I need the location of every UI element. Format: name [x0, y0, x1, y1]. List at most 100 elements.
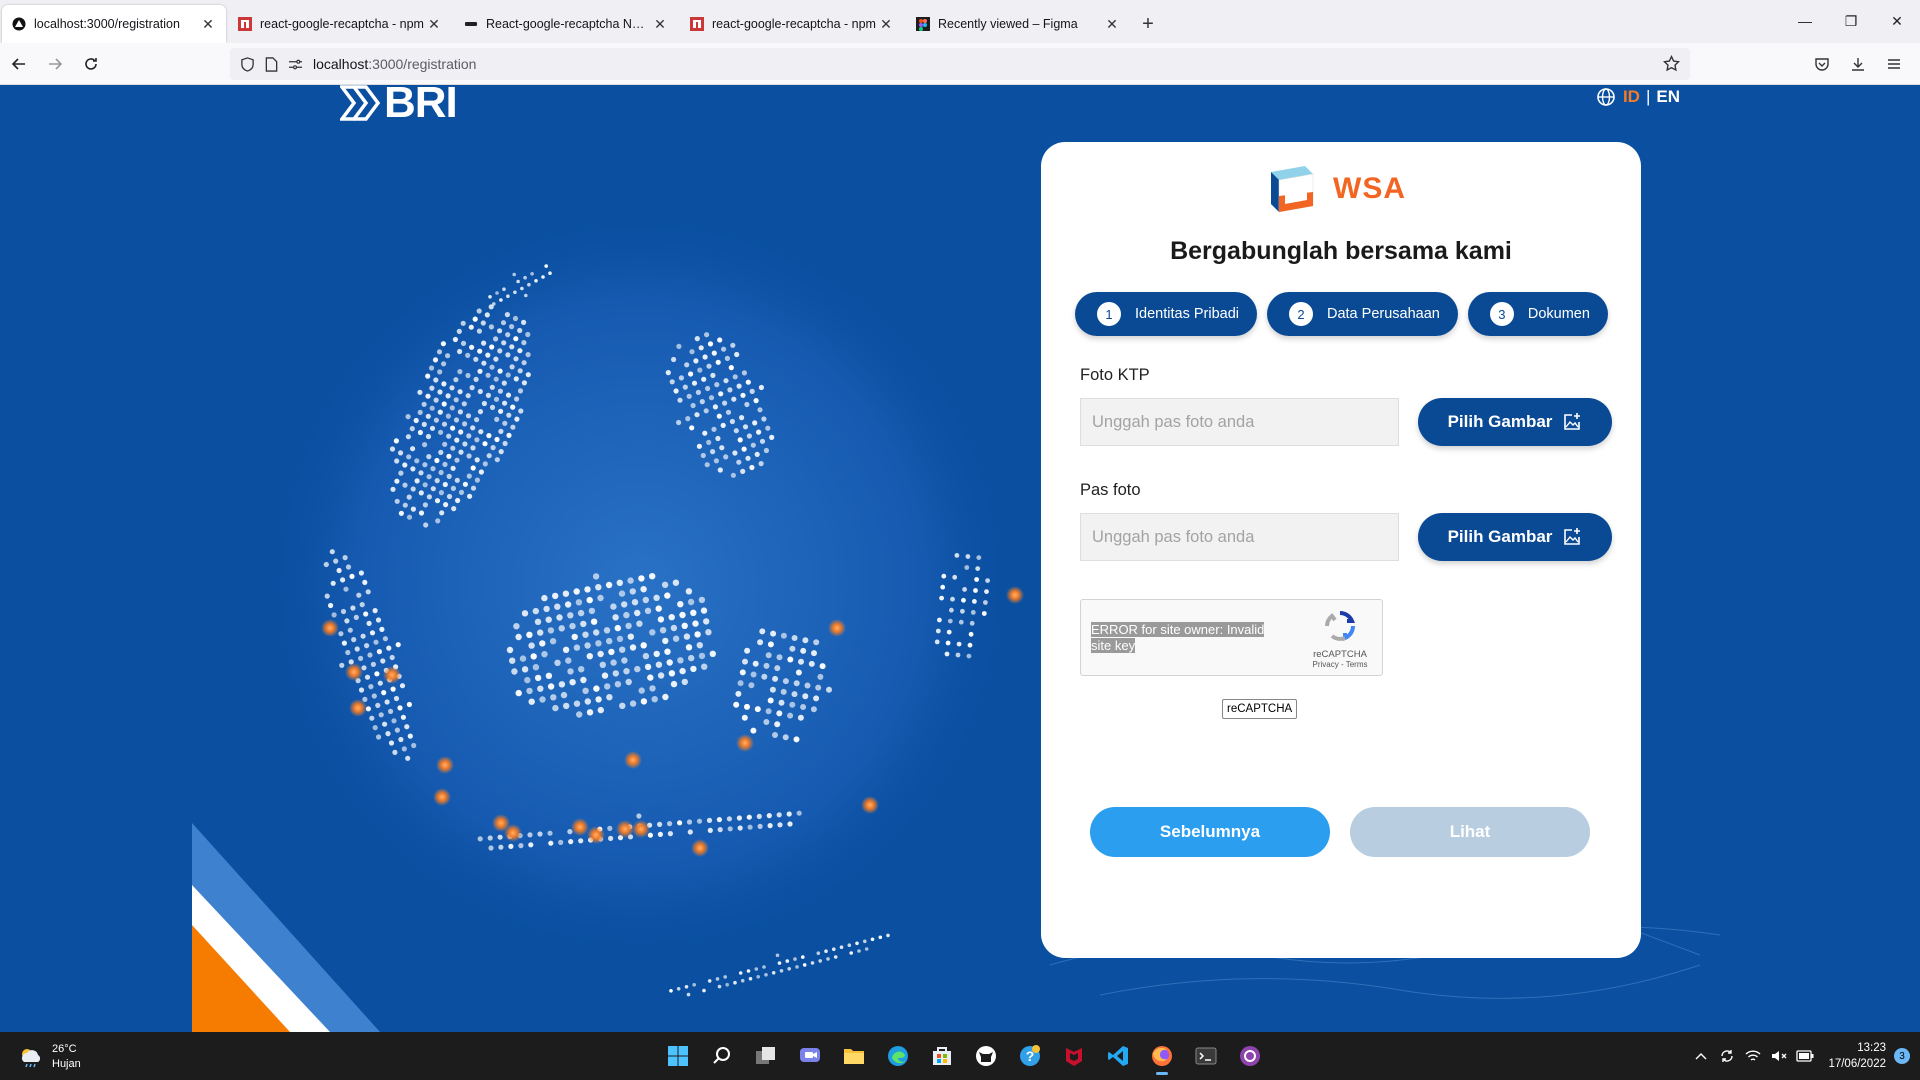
globe-dot	[437, 389, 443, 395]
github-desktop-icon[interactable]	[1228, 1036, 1272, 1076]
globe-dot	[458, 489, 465, 495]
mcafee-icon[interactable]	[1052, 1036, 1096, 1076]
reload-icon[interactable]	[74, 49, 108, 79]
tab-figma[interactable]: Recently viewed – Figma ✕	[906, 5, 1130, 43]
ktp-pick-image-button[interactable]: Pilih Gambar	[1418, 398, 1612, 446]
recaptcha-terms-link[interactable]: Privacy - Terms	[1310, 660, 1370, 669]
chat-icon[interactable]	[788, 1036, 832, 1076]
globe-dot	[655, 661, 663, 668]
globe-dot	[586, 709, 594, 716]
system-clock[interactable]: 13:23 17/06/2022	[1828, 1040, 1886, 1072]
github-icon[interactable]	[964, 1036, 1008, 1076]
photo-pick-image-button[interactable]: Pilih Gambar	[1418, 513, 1612, 561]
globe-dot	[454, 477, 460, 483]
edge-icon[interactable]	[876, 1036, 920, 1076]
pocket-icon[interactable]	[1804, 49, 1840, 79]
globe-dot	[737, 680, 744, 687]
globe-dot	[460, 320, 466, 326]
download-icon[interactable]	[1840, 49, 1876, 79]
view-button[interactable]: Lihat	[1350, 807, 1590, 857]
start-icon[interactable]	[656, 1036, 700, 1076]
globe-dot	[702, 988, 706, 993]
vscode-icon[interactable]	[1096, 1036, 1140, 1076]
globe-dot	[421, 421, 427, 427]
address-bar[interactable]: localhost:3000/registration	[230, 48, 1690, 80]
globe-dot	[737, 825, 743, 831]
terminal-icon[interactable]	[1184, 1036, 1228, 1076]
forward-arrow-icon[interactable]	[38, 49, 72, 79]
step-dokumen[interactable]: 3 Dokumen	[1467, 292, 1608, 336]
globe-dot	[458, 429, 464, 435]
recaptcha-widget[interactable]: ERROR for site owner: Invalid site key r…	[1080, 599, 1383, 676]
tab-npm-2[interactable]: react-google-recaptcha - npm ✕	[680, 5, 904, 43]
notification-badge[interactable]: 3	[1894, 1048, 1910, 1064]
globe-dot	[573, 588, 580, 595]
globe-dot	[774, 721, 781, 728]
globe-dot	[941, 573, 947, 579]
globe-dot	[761, 416, 767, 422]
menu-icon[interactable]	[1876, 49, 1912, 79]
globe-dot	[723, 378, 729, 384]
globe-dot	[736, 459, 742, 465]
globe-dot	[802, 963, 807, 967]
sync-icon[interactable]	[1714, 1048, 1740, 1064]
globe-dot	[723, 975, 727, 979]
globe-dot	[705, 629, 712, 636]
back-arrow-icon[interactable]	[2, 49, 36, 79]
page-icon[interactable]	[265, 56, 278, 72]
battery-icon[interactable]	[1792, 1050, 1818, 1062]
tab-react-recaptcha[interactable]: React-google-recaptcha NPM | ✕	[454, 5, 678, 43]
tab-localhost[interactable]: localhost:3000/registration ✕	[2, 5, 226, 43]
weather-widget[interactable]: 26°C Hujan	[18, 1042, 81, 1072]
globe-dot	[323, 561, 329, 568]
lang-id-option[interactable]: ID	[1623, 87, 1640, 107]
step-data-perusahaan[interactable]: 2 Data Perusahaan	[1266, 292, 1458, 336]
store-icon[interactable]	[920, 1036, 964, 1076]
new-tab-button[interactable]: +	[1130, 5, 1166, 43]
globe-dot	[791, 635, 798, 641]
globe-dot	[798, 658, 804, 665]
close-tab-icon[interactable]: ✕	[1104, 16, 1120, 33]
wifi-icon[interactable]	[1740, 1049, 1766, 1063]
globe-dot	[777, 822, 783, 828]
close-tab-icon[interactable]: ✕	[878, 16, 894, 33]
previous-button[interactable]: Sebelumnya	[1090, 807, 1330, 857]
globe-dot	[367, 652, 373, 658]
step-identitas-pribadi[interactable]: 1 Identitas Pribadi	[1075, 292, 1257, 336]
globe-dot	[518, 843, 524, 849]
firefox-icon[interactable]	[1140, 1036, 1184, 1076]
globe-dot	[714, 382, 720, 388]
photo-upload-field[interactable]: Unggah pas foto anda	[1080, 513, 1399, 561]
close-window-icon[interactable]: ✕	[1874, 0, 1920, 42]
task-view-icon[interactable]	[744, 1036, 788, 1076]
file-explorer-icon[interactable]	[832, 1036, 876, 1076]
restore-icon[interactable]: ❐	[1828, 0, 1874, 42]
shield-icon[interactable]	[240, 56, 255, 72]
permissions-icon[interactable]	[288, 58, 303, 71]
globe-dot	[763, 719, 770, 725]
help-icon[interactable]: ?	[1008, 1036, 1052, 1076]
globe-dot	[657, 616, 665, 623]
globe-dot	[437, 409, 443, 415]
search-icon[interactable]	[700, 1036, 744, 1076]
chevron-up-icon[interactable]	[1688, 1052, 1714, 1060]
close-tab-icon[interactable]: ✕	[652, 16, 668, 33]
globe-dot	[629, 700, 637, 707]
globe-dot	[476, 328, 482, 334]
globe-dot	[398, 510, 404, 516]
globe-dot	[359, 602, 365, 608]
lang-en-option[interactable]: EN	[1656, 87, 1680, 107]
tab-npm-1[interactable]: react-google-recaptcha - npm ✕	[228, 5, 452, 43]
globe-dot	[394, 727, 400, 733]
minimize-icon[interactable]: —	[1782, 0, 1828, 42]
ktp-upload-field[interactable]: Unggah pas foto anda	[1080, 398, 1399, 446]
close-tab-icon[interactable]: ✕	[426, 16, 442, 33]
globe-dot	[722, 400, 728, 406]
globe-dot	[414, 478, 420, 484]
bookmark-star-icon[interactable]	[1662, 54, 1681, 75]
close-tab-icon[interactable]: ✕	[200, 16, 216, 33]
globe-dot	[482, 461, 488, 467]
globe-dot	[466, 473, 472, 479]
volume-muted-icon[interactable]	[1766, 1049, 1792, 1063]
page-title: Bergabunglah bersama kami	[1170, 237, 1512, 265]
